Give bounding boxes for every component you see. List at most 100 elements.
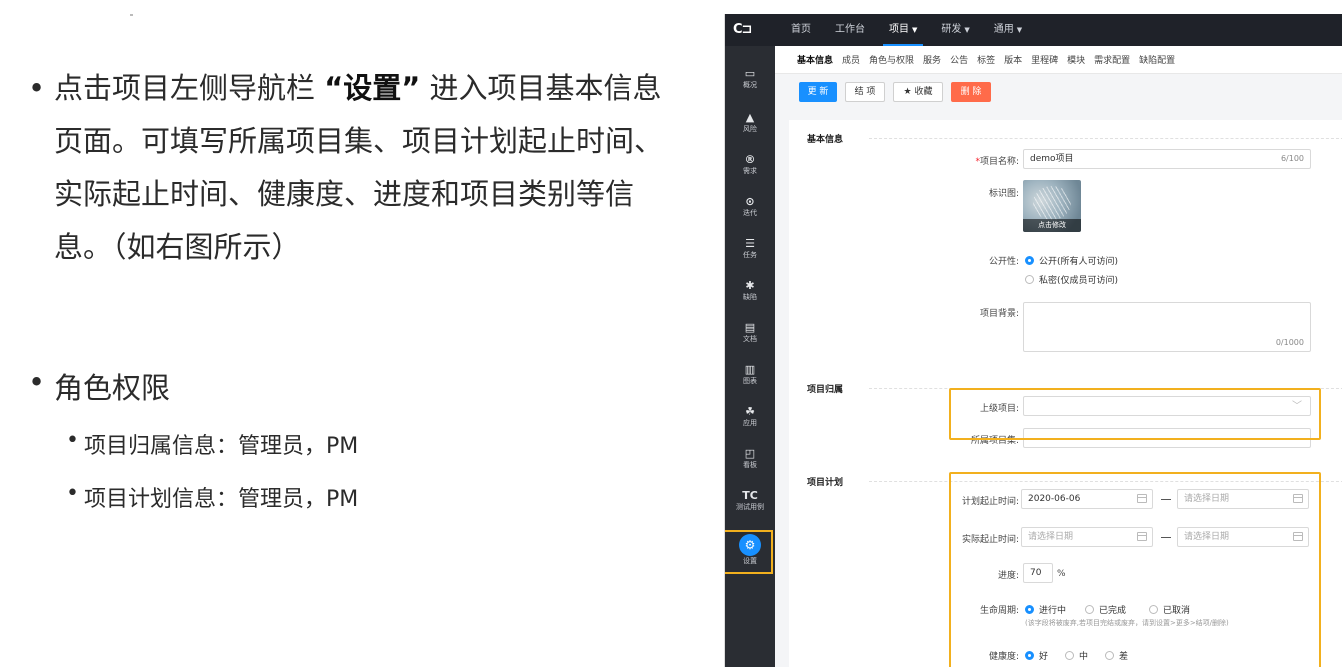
- logo-label: 标识图:: [988, 189, 1019, 199]
- tab-members[interactable]: 成员: [842, 53, 860, 66]
- tab-services[interactable]: 服务: [923, 53, 941, 66]
- form-content: 基本信息 *项目名称: demo项目 6/100 标识图: 点击修改 公开性: …: [775, 116, 1342, 667]
- sidebar-item-iteration[interactable]: ⊙ 迭代: [725, 196, 775, 218]
- top-navbar: C⊐ 首页 工作台 项目 ▼ 研发 ▼ 通用 ▼: [725, 14, 1342, 46]
- char-count: 6/100: [1280, 154, 1304, 163]
- sub-bullet-text: 项目计划信息：管理员，PM: [84, 487, 359, 512]
- project-sidebar: ▭ 概况 ▲ 风险 ® 需求 ⊙ 迭代 ☰ 任务 ✱ 缺陷 ▤ 文档 ▥ 图表 ☘ 应用 ◰ 看板 …: [725, 46, 775, 667]
- project-name-label: *项目名称:: [975, 157, 1019, 167]
- tab-milestones[interactable]: 里程碑: [1031, 53, 1058, 66]
- sidebar-item-overview[interactable]: ▭ 概况: [725, 68, 775, 90]
- nav-dev[interactable]: 研发 ▼: [929, 14, 981, 46]
- input-value: demo项目: [1030, 154, 1074, 164]
- sidebar-item-label: 迭代: [743, 209, 757, 217]
- nav-home[interactable]: 首页: [779, 14, 823, 46]
- sidebar-item-label: 概况: [743, 81, 757, 89]
- bullet-role-permission: • 角色权限: [28, 365, 170, 407]
- visibility-private-radio[interactable]: 私密(仅成员可访问): [1025, 273, 1118, 286]
- nav-project[interactable]: 项目 ▼: [877, 14, 929, 46]
- radio-unchecked-icon: [1025, 275, 1034, 284]
- apps-icon: ☘: [745, 405, 755, 418]
- bar-chart-icon: ▥: [744, 363, 756, 376]
- tab-announcement[interactable]: 公告: [950, 53, 968, 66]
- nav-general[interactable]: 通用 ▼: [982, 14, 1034, 46]
- sidebar-item-apps[interactable]: ☘ 应用: [725, 406, 775, 428]
- highlight-box-belong: [949, 388, 1321, 440]
- tab-bug-config[interactable]: 缺陷配置: [1139, 53, 1175, 66]
- sidebar-item-testcase[interactable]: TC 测试用例: [725, 490, 775, 512]
- sidebar-item-task[interactable]: ☰ 任务: [725, 238, 775, 260]
- top-nav: 首页 工作台 项目 ▼ 研发 ▼ 通用 ▼: [779, 14, 1034, 46]
- tab-roles[interactable]: 角色与权限: [869, 53, 914, 66]
- radio-label: 私密(仅成员可访问): [1039, 276, 1119, 286]
- background-label: 项目背景:: [979, 309, 1019, 319]
- app-screenshot: C⊐ 首页 工作台 项目 ▼ 研发 ▼ 通用 ▼ ▭ 概况 ▲ 风险 ® 需求 ⊙ 迭代 ☰ 任…: [724, 14, 1342, 667]
- sidebar-item-label: 测试用例: [736, 503, 764, 511]
- sub-bullet-plan: • 项目计划信息：管理员，PM: [66, 481, 358, 513]
- logo-edit-caption: 点击修改: [1023, 219, 1081, 232]
- bullet-dot: •: [28, 71, 46, 105]
- tab-versions[interactable]: 版本: [1004, 53, 1022, 66]
- document-icon: ▤: [744, 321, 756, 334]
- tab-basic-info[interactable]: 基本信息: [797, 53, 833, 66]
- clock-icon: ⊙: [745, 195, 755, 208]
- sidebar-item-chart[interactable]: ▥ 图表: [725, 364, 775, 386]
- testcase-icon: TC: [742, 489, 758, 502]
- sub-bullet-belong: • 项目归属信息：管理员，PM: [66, 428, 358, 460]
- nav-workbench[interactable]: 工作台: [823, 14, 877, 46]
- action-toolbar: 更 新 结 项 ★ 收藏 删 除: [775, 74, 1342, 116]
- label-text: 项目名称:: [979, 157, 1019, 167]
- sidebar-item-docs[interactable]: ▤ 文档: [725, 322, 775, 344]
- nav-label: 项目: [889, 24, 909, 35]
- bullet-dot: •: [66, 481, 79, 506]
- highlight-box-settings: [725, 530, 773, 574]
- sidebar-item-board[interactable]: ◰ 看板: [725, 448, 775, 470]
- visibility-label: 公开性:: [988, 257, 1019, 267]
- sidebar-item-label: 图表: [743, 377, 757, 385]
- project-name-input[interactable]: demo项目 6/100: [1023, 149, 1311, 169]
- highlight-box-plan: [949, 472, 1321, 667]
- project-logo-image[interactable]: 点击修改: [1023, 180, 1081, 232]
- update-button[interactable]: 更 新: [799, 82, 837, 102]
- close-project-button[interactable]: 结 项: [845, 82, 885, 102]
- decorative-mark: [130, 14, 133, 16]
- form-panel: 基本信息 *项目名称: demo项目 6/100 标识图: 点击修改 公开性: …: [789, 120, 1342, 667]
- delete-button[interactable]: 删 除: [951, 82, 991, 102]
- nav-label: 工作台: [835, 24, 865, 35]
- section-title-basic: 基本信息: [807, 135, 844, 145]
- sidebar-item-requirement[interactable]: ® 需求: [725, 154, 775, 176]
- sidebar-item-label: 缺陷: [743, 293, 757, 301]
- bullet-text: 角色权限: [54, 371, 171, 405]
- sidebar-item-bug[interactable]: ✱ 缺陷: [725, 280, 775, 302]
- bug-icon: ✱: [745, 279, 755, 292]
- sidebar-item-label: 应用: [743, 419, 757, 427]
- tab-modules[interactable]: 模块: [1067, 53, 1085, 66]
- tab-requirement-config[interactable]: 需求配置: [1094, 53, 1130, 66]
- sidebar-item-label: 任务: [743, 251, 757, 259]
- section-title-belong: 项目归属: [807, 385, 844, 395]
- warning-icon: ▲: [745, 111, 755, 124]
- nav-label: 通用: [993, 24, 1014, 35]
- nav-label: 首页: [791, 24, 811, 35]
- sidebar-item-label: 需求: [743, 167, 757, 175]
- monitor-icon: ▭: [744, 67, 756, 80]
- bullet-text-prefix: 点击项目左侧导航栏: [54, 71, 325, 105]
- logo: C⊐: [733, 22, 752, 37]
- registered-icon: ®: [744, 153, 756, 166]
- bullet-dot: •: [28, 365, 46, 399]
- section-title-plan: 项目计划: [807, 478, 844, 488]
- project-background-textarea[interactable]: 0/1000: [1023, 302, 1311, 352]
- caret-down-icon: ▼: [964, 26, 970, 34]
- favorite-button[interactable]: ★ 收藏: [893, 82, 943, 102]
- sidebar-item-label: 看板: [743, 461, 757, 469]
- sub-bullet-text: 项目归属信息：管理员，PM: [84, 434, 359, 459]
- radio-label: 公开(所有人可访问): [1039, 257, 1119, 267]
- list-icon: ☰: [745, 237, 755, 250]
- tab-tags[interactable]: 标签: [977, 53, 995, 66]
- nav-label: 研发: [941, 24, 962, 35]
- sidebar-item-label: 文档: [743, 335, 757, 343]
- sidebar-item-risk[interactable]: ▲ 风险: [725, 112, 775, 134]
- bullet-text-bold: “设置”: [324, 71, 421, 105]
- visibility-public-radio[interactable]: 公开(所有人可访问): [1025, 254, 1118, 267]
- bullet-dot: •: [66, 428, 79, 453]
